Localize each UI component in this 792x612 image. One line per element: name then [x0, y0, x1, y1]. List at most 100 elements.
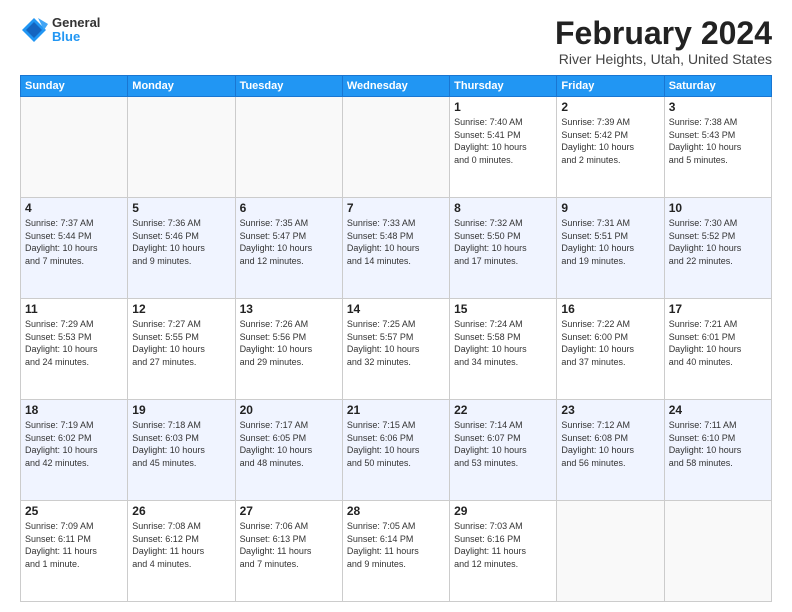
day-number: 28 [347, 504, 445, 518]
day-number: 27 [240, 504, 338, 518]
day-number: 20 [240, 403, 338, 417]
table-row: 24Sunrise: 7:11 AM Sunset: 6:10 PM Dayli… [664, 400, 771, 501]
header-thursday: Thursday [450, 76, 557, 97]
day-number: 23 [561, 403, 659, 417]
day-number: 10 [669, 201, 767, 215]
day-number: 3 [669, 100, 767, 114]
day-number: 16 [561, 302, 659, 316]
day-detail: Sunrise: 7:31 AM Sunset: 5:51 PM Dayligh… [561, 217, 659, 267]
day-number: 2 [561, 100, 659, 114]
day-detail: Sunrise: 7:09 AM Sunset: 6:11 PM Dayligh… [25, 520, 123, 570]
table-row: 2 Sunrise: 7:39 AM Sunset: 5:42 PM Daylig… [557, 97, 664, 198]
day-detail: Sunrise: 7:18 AM Sunset: 6:03 PM Dayligh… [132, 419, 230, 469]
table-row [235, 97, 342, 198]
day-detail: Sunrise: 7:11 AM Sunset: 6:10 PM Dayligh… [669, 419, 767, 469]
day-detail: Sunrise: 7:08 AM Sunset: 6:12 PM Dayligh… [132, 520, 230, 570]
logo-icon [20, 16, 48, 44]
table-row [342, 97, 449, 198]
table-row: 7 Sunrise: 7:33 AM Sunset: 5:48 PM Daylig… [342, 198, 449, 299]
table-row: 3 Sunrise: 7:38 AM Sunset: 5:43 PM Daylig… [664, 97, 771, 198]
logo-blue-text: Blue [52, 30, 100, 44]
day-number: 5 [132, 201, 230, 215]
table-row: 11 Sunrise: 7:29 AM Sunset: 5:53 PM Dayli… [21, 299, 128, 400]
day-detail: Sunrise: 7:15 AM Sunset: 6:06 PM Dayligh… [347, 419, 445, 469]
day-number: 26 [132, 504, 230, 518]
table-row: 8 Sunrise: 7:32 AM Sunset: 5:50 PM Daylig… [450, 198, 557, 299]
day-detail: Sunrise: 7:39 AM Sunset: 5:42 PM Dayligh… [561, 116, 659, 166]
day-number: 11 [25, 302, 123, 316]
calendar-week-row: 1 Sunrise: 7:40 AM Sunset: 5:41 PM Daylig… [21, 97, 772, 198]
table-row: 23 Sunrise: 7:12 AM Sunset: 6:08 PM Dayli… [557, 400, 664, 501]
table-row: 16Sunrise: 7:22 AM Sunset: 6:00 PM Dayli… [557, 299, 664, 400]
day-detail: Sunrise: 7:27 AM Sunset: 5:55 PM Dayligh… [132, 318, 230, 368]
logo-general-text: General [52, 16, 100, 30]
table-row [128, 97, 235, 198]
calendar-week-row: 11 Sunrise: 7:29 AM Sunset: 5:53 PM Dayli… [21, 299, 772, 400]
day-number: 18 [25, 403, 123, 417]
day-number: 13 [240, 302, 338, 316]
day-number: 29 [454, 504, 552, 518]
day-detail: Sunrise: 7:33 AM Sunset: 5:48 PM Dayligh… [347, 217, 445, 267]
calendar-week-row: 18 Sunrise: 7:19 AM Sunset: 6:02 PM Dayli… [21, 400, 772, 501]
table-row: 22 Sunrise: 7:14 AM Sunset: 6:07 PM Dayli… [450, 400, 557, 501]
day-number: 14 [347, 302, 445, 316]
table-row: 26 Sunrise: 7:08 AM Sunset: 6:12 PM Dayli… [128, 501, 235, 602]
header-friday: Friday [557, 76, 664, 97]
table-row: 1 Sunrise: 7:40 AM Sunset: 5:41 PM Daylig… [450, 97, 557, 198]
day-detail: Sunrise: 7:19 AM Sunset: 6:02 PM Dayligh… [25, 419, 123, 469]
day-number: 4 [25, 201, 123, 215]
header-wednesday: Wednesday [342, 76, 449, 97]
table-row: 19 Sunrise: 7:18 AM Sunset: 6:03 PM Dayli… [128, 400, 235, 501]
day-number: 25 [25, 504, 123, 518]
day-detail: Sunrise: 7:25 AM Sunset: 5:57 PM Dayligh… [347, 318, 445, 368]
day-detail: Sunrise: 7:30 AM Sunset: 5:52 PM Dayligh… [669, 217, 767, 267]
day-detail: Sunrise: 7:32 AM Sunset: 5:50 PM Dayligh… [454, 217, 552, 267]
day-number: 15 [454, 302, 552, 316]
day-number: 17 [669, 302, 767, 316]
day-detail: Sunrise: 7:40 AM Sunset: 5:41 PM Dayligh… [454, 116, 552, 166]
day-detail: Sunrise: 7:35 AM Sunset: 5:47 PM Dayligh… [240, 217, 338, 267]
table-row: 27 Sunrise: 7:06 AM Sunset: 6:13 PM Dayli… [235, 501, 342, 602]
day-number: 19 [132, 403, 230, 417]
day-detail: Sunrise: 7:14 AM Sunset: 6:07 PM Dayligh… [454, 419, 552, 469]
day-number: 21 [347, 403, 445, 417]
day-number: 9 [561, 201, 659, 215]
day-detail: Sunrise: 7:17 AM Sunset: 6:05 PM Dayligh… [240, 419, 338, 469]
day-number: 7 [347, 201, 445, 215]
day-detail: Sunrise: 7:38 AM Sunset: 5:43 PM Dayligh… [669, 116, 767, 166]
day-detail: Sunrise: 7:37 AM Sunset: 5:44 PM Dayligh… [25, 217, 123, 267]
day-detail: Sunrise: 7:29 AM Sunset: 5:53 PM Dayligh… [25, 318, 123, 368]
day-number: 22 [454, 403, 552, 417]
table-row: 4 Sunrise: 7:37 AM Sunset: 5:44 PM Daylig… [21, 198, 128, 299]
calendar-week-row: 4 Sunrise: 7:37 AM Sunset: 5:44 PM Daylig… [21, 198, 772, 299]
title-block: February 2024 River Heights, Utah, Unite… [555, 16, 772, 67]
calendar-week-row: 25 Sunrise: 7:09 AM Sunset: 6:11 PM Dayli… [21, 501, 772, 602]
table-row: 20 Sunrise: 7:17 AM Sunset: 6:05 PM Dayli… [235, 400, 342, 501]
day-detail: Sunrise: 7:06 AM Sunset: 6:13 PM Dayligh… [240, 520, 338, 570]
table-row: 12Sunrise: 7:27 AM Sunset: 5:55 PM Dayli… [128, 299, 235, 400]
day-detail: Sunrise: 7:12 AM Sunset: 6:08 PM Dayligh… [561, 419, 659, 469]
day-number: 1 [454, 100, 552, 114]
table-row: 15Sunrise: 7:24 AM Sunset: 5:58 PM Dayli… [450, 299, 557, 400]
calendar-subtitle: River Heights, Utah, United States [555, 51, 772, 67]
day-number: 8 [454, 201, 552, 215]
table-row [21, 97, 128, 198]
table-row: 13 Sunrise: 7:26 AM Sunset: 5:56 PM Dayli… [235, 299, 342, 400]
calendar-title: February 2024 [555, 16, 772, 51]
table-row: 9 Sunrise: 7:31 AM Sunset: 5:51 PM Daylig… [557, 198, 664, 299]
header-sunday: Sunday [21, 76, 128, 97]
day-detail: Sunrise: 7:36 AM Sunset: 5:46 PM Dayligh… [132, 217, 230, 267]
logo: General Blue [20, 16, 100, 45]
calendar-table: Sunday Monday Tuesday Wednesday Thursday… [20, 75, 772, 602]
calendar-header-row: Sunday Monday Tuesday Wednesday Thursday… [21, 76, 772, 97]
header-monday: Monday [128, 76, 235, 97]
day-detail: Sunrise: 7:26 AM Sunset: 5:56 PM Dayligh… [240, 318, 338, 368]
table-row: 6 Sunrise: 7:35 AM Sunset: 5:47 PM Daylig… [235, 198, 342, 299]
table-row: 29Sunrise: 7:03 AM Sunset: 6:16 PM Dayli… [450, 501, 557, 602]
table-row: 25 Sunrise: 7:09 AM Sunset: 6:11 PM Dayli… [21, 501, 128, 602]
table-row: 5 Sunrise: 7:36 AM Sunset: 5:46 PM Daylig… [128, 198, 235, 299]
table-row: 18 Sunrise: 7:19 AM Sunset: 6:02 PM Dayli… [21, 400, 128, 501]
day-number: 6 [240, 201, 338, 215]
table-row: 10 Sunrise: 7:30 AM Sunset: 5:52 PM Dayli… [664, 198, 771, 299]
table-row: 28Sunrise: 7:05 AM Sunset: 6:14 PM Dayli… [342, 501, 449, 602]
